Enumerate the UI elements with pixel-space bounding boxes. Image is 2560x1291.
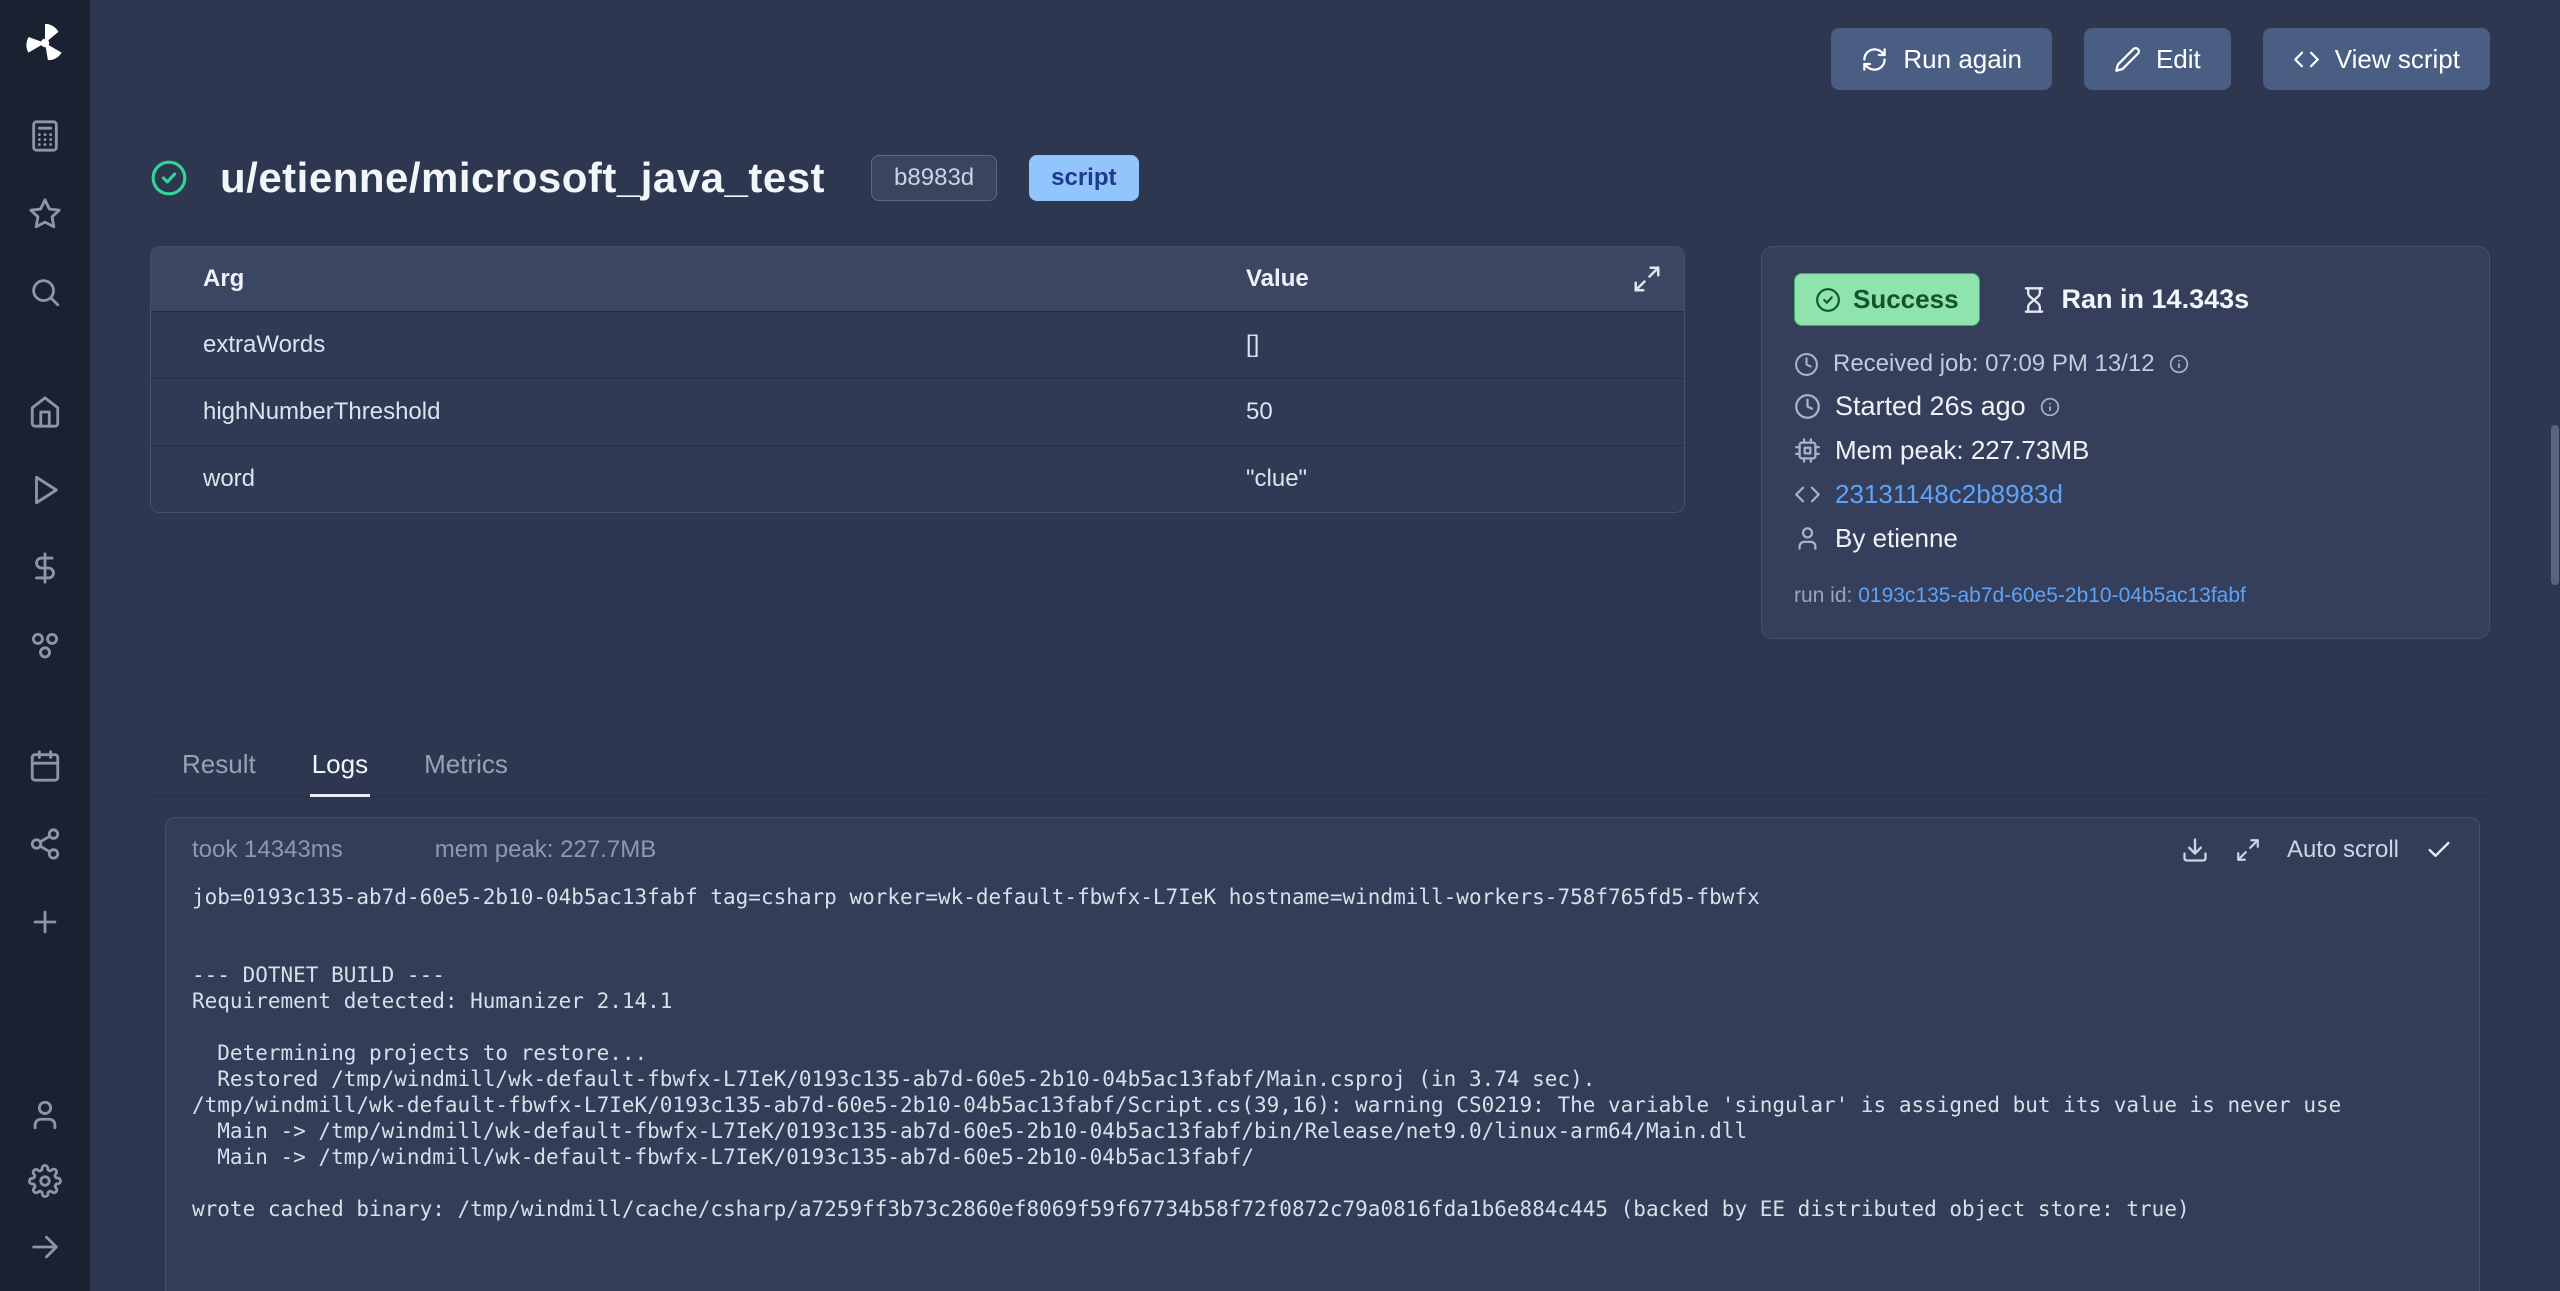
user-icon[interactable] [25, 1095, 65, 1135]
auto-scroll-check-icon[interactable] [2425, 836, 2453, 864]
auto-scroll-label: Auto scroll [2287, 836, 2399, 864]
status-badge[interactable]: Success [1794, 273, 1980, 326]
status-top-row: Success Ran in 14.343s [1794, 273, 2457, 326]
refresh-icon [1861, 46, 1888, 73]
log-header: took 14343ms mem peak: 227.7MB Auto scro… [166, 818, 2479, 868]
arg-name: highNumberThreshold [151, 398, 1194, 426]
page-title: u/etienne/microsoft_java_test [220, 154, 825, 202]
dollar-icon[interactable] [25, 548, 65, 588]
log-controls: Auto scroll [2181, 836, 2453, 864]
run-again-label: Run again [1903, 44, 2022, 75]
download-icon[interactable] [2181, 836, 2209, 864]
info-icon[interactable] [2169, 354, 2189, 374]
log-mem-peak: mem peak: 227.7MB [435, 836, 656, 864]
run-id-link[interactable]: 0193c135-ab7d-60e5-2b10-04b5ac13fabf [1858, 584, 2246, 607]
arg-value: 50 [1194, 398, 1684, 426]
received-row: Received job: 07:09 PM 13/12 [1794, 350, 2457, 378]
args-table: Arg Value extraWords [] highNumberThresh… [150, 246, 1685, 513]
page-scrollbar[interactable] [2551, 0, 2559, 1291]
status-panel: Success Ran in 14.343s Received job: 07:… [1761, 246, 2490, 639]
sidebar [0, 0, 90, 1291]
edit-button[interactable]: Edit [2084, 28, 2231, 90]
args-col-value: Value [1194, 265, 1684, 293]
run-id-row: run id: 0193c135-ab7d-60e5-2b10-04b5ac13… [1794, 584, 2457, 608]
tab-logs[interactable]: Logs [310, 741, 370, 796]
check-circle-icon [1815, 287, 1841, 313]
edit-label: Edit [2156, 44, 2201, 75]
arg-name: word [151, 465, 1194, 493]
home-icon[interactable] [25, 392, 65, 432]
cluster-icon[interactable] [25, 626, 65, 666]
app-window: Run again Edit View script u/etienne/mic… [0, 0, 2560, 1291]
table-row[interactable]: extraWords [] [151, 311, 1684, 378]
run-id-label: run id: [1794, 584, 1852, 607]
run-duration-label: Ran in 14.343s [2062, 284, 2250, 315]
args-table-header: Arg Value [151, 247, 1684, 311]
started-row: Started 26s ago [1794, 391, 2457, 422]
log-took: took 14343ms [192, 836, 343, 864]
success-check-circle-icon [150, 159, 188, 197]
tab-metrics[interactable]: Metrics [422, 741, 510, 796]
code-icon [1794, 481, 1821, 508]
code-icon [2293, 46, 2320, 73]
content-row: Arg Value extraWords [] highNumberThresh… [150, 246, 2490, 639]
pencil-icon [2114, 46, 2141, 73]
arg-name: extraWords [151, 331, 1194, 359]
tab-result[interactable]: Result [180, 741, 258, 796]
script-hash-row: 23131148c2b8983d [1794, 479, 2457, 510]
topbar: Run again Edit View script [150, 0, 2490, 112]
settings-gear-icon[interactable] [25, 1161, 65, 1201]
clock-icon [1794, 352, 1819, 377]
user-icon [1794, 525, 1821, 552]
view-script-button[interactable]: View script [2263, 28, 2490, 90]
log-content[interactable]: job=0193c135-ab7d-60e5-2b10-04b5ac13fabf… [166, 868, 2479, 1291]
memory-chip-icon [1794, 437, 1821, 464]
play-icon[interactable] [25, 470, 65, 510]
script-hash-link[interactable]: 23131148c2b8983d [1835, 479, 2063, 510]
calculator-icon[interactable] [25, 116, 65, 156]
title-row: u/etienne/microsoft_java_test b8983d scr… [150, 154, 2490, 202]
expand-logs-icon[interactable] [2235, 837, 2261, 863]
hourglass-icon [2020, 286, 2048, 314]
table-row[interactable]: highNumberThreshold 50 [151, 378, 1684, 445]
mem-peak-label: Mem peak: 227.73MB [1835, 435, 2089, 466]
arg-value: [] [1194, 331, 1684, 359]
hash-badge[interactable]: b8983d [871, 155, 997, 201]
run-duration: Ran in 14.343s [2020, 284, 2250, 315]
sidebar-bottom-group [25, 1095, 65, 1267]
arrow-right-icon[interactable] [25, 1227, 65, 1267]
clock-icon [1794, 393, 1821, 420]
by-row: By etienne [1794, 523, 2457, 554]
started-label: Started 26s ago [1835, 391, 2026, 422]
star-icon[interactable] [25, 194, 65, 234]
received-label: Received job: 07:09 PM 13/12 [1833, 350, 2155, 378]
by-label: By etienne [1835, 523, 1958, 554]
mem-peak-row: Mem peak: 227.73MB [1794, 435, 2457, 466]
table-row[interactable]: word "clue" [151, 445, 1684, 512]
expand-table-icon[interactable] [1632, 264, 1662, 294]
result-tabs: Result Logs Metrics [150, 741, 2490, 797]
windmill-logo-icon[interactable] [22, 20, 68, 66]
script-kind-badge[interactable]: script [1029, 155, 1138, 201]
status-badge-label: Success [1853, 284, 1959, 315]
calendar-icon[interactable] [25, 746, 65, 786]
run-again-button[interactable]: Run again [1831, 28, 2052, 90]
main-content: Run again Edit View script u/etienne/mic… [90, 0, 2560, 1291]
search-icon[interactable] [25, 272, 65, 312]
info-icon[interactable] [2040, 397, 2060, 417]
args-col-arg: Arg [151, 265, 1194, 293]
plus-icon[interactable] [25, 902, 65, 942]
share-icon[interactable] [25, 824, 65, 864]
view-script-label: View script [2335, 44, 2460, 75]
scrollbar-thumb[interactable] [2551, 425, 2559, 585]
arg-value: "clue" [1194, 465, 1684, 493]
log-panel: took 14343ms mem peak: 227.7MB Auto scro… [165, 817, 2480, 1291]
